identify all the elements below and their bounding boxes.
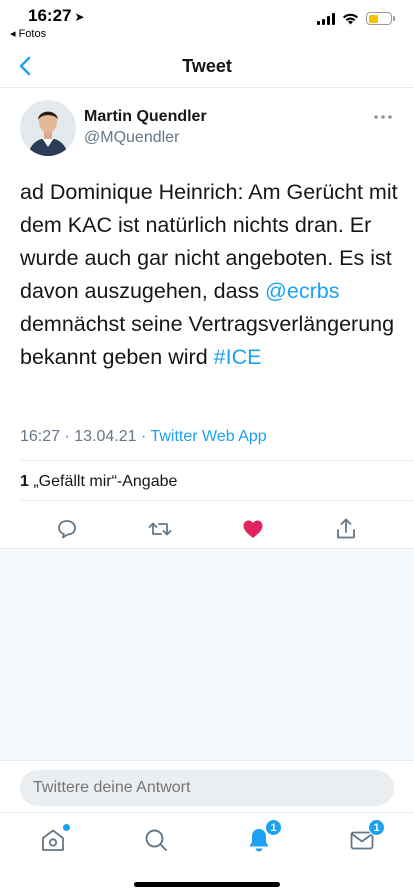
tweet-actions [0,511,414,547]
search-icon [145,829,167,851]
like-count: 1 [20,473,29,490]
wifi-icon [343,13,358,24]
more-options-icon[interactable] [372,110,394,124]
reply-input[interactable] [20,770,394,806]
messages-badge: 1 [368,819,385,836]
hashtag-link[interactable]: #ICE [214,345,262,369]
avatar[interactable] [20,100,76,156]
comment-icon[interactable] [53,515,81,543]
replies-area [0,548,414,760]
tab-messages[interactable]: 1 [347,819,385,855]
like-label: „Gefällt mir“-Angabe [28,473,178,490]
tab-home[interactable] [38,824,70,855]
status-indicators [317,12,395,25]
tweet-time: 16:27 [20,428,61,445]
page-title: Tweet [182,56,232,76]
tweet-text: ad Dominique Heinrich: Am Gerücht mit de… [20,176,400,374]
tweet-text-body-1: ad Dominique Heinrich: Am Gerücht mit de… [20,180,398,303]
heart-icon[interactable] [239,515,267,543]
nav-bar: Tweet [0,44,414,88]
tweet-text-body-2: demnächst seine Vertragsverlängerung bek… [20,312,395,369]
tweet-source-link[interactable]: Twitter Web App [150,428,266,445]
status-time: 16:27 ➤ [28,6,85,25]
likes-summary[interactable]: 1 „Gefällt mir“-Angabe [20,473,177,491]
divider [20,460,414,461]
share-icon[interactable] [332,515,360,543]
tweet-date: 13.04.21 [74,428,137,445]
author-name[interactable]: Martin Quendler [84,108,207,126]
mention-link[interactable]: @ecrbs [265,279,339,303]
reply-bar [0,760,414,812]
battery-icon [366,12,395,25]
retweet-icon[interactable] [146,515,174,543]
tab-notifications[interactable]: 1 [244,819,282,855]
tab-search[interactable] [141,825,171,855]
back-to-app-link[interactable]: ◂ Fotos [10,27,46,40]
author-handle[interactable]: @MQuendler [84,129,179,147]
divider [20,500,414,501]
status-bar: 16:27 ➤ ◂ Fotos [0,0,414,44]
location-arrow-icon: ➤ [74,10,85,24]
new-content-dot [63,824,70,831]
tweet-meta: 16:27 · 13.04.21 · Twitter Web App [20,428,267,445]
home-indicator [134,882,280,887]
notifications-badge: 1 [265,819,282,836]
signal-icon [317,12,335,25]
